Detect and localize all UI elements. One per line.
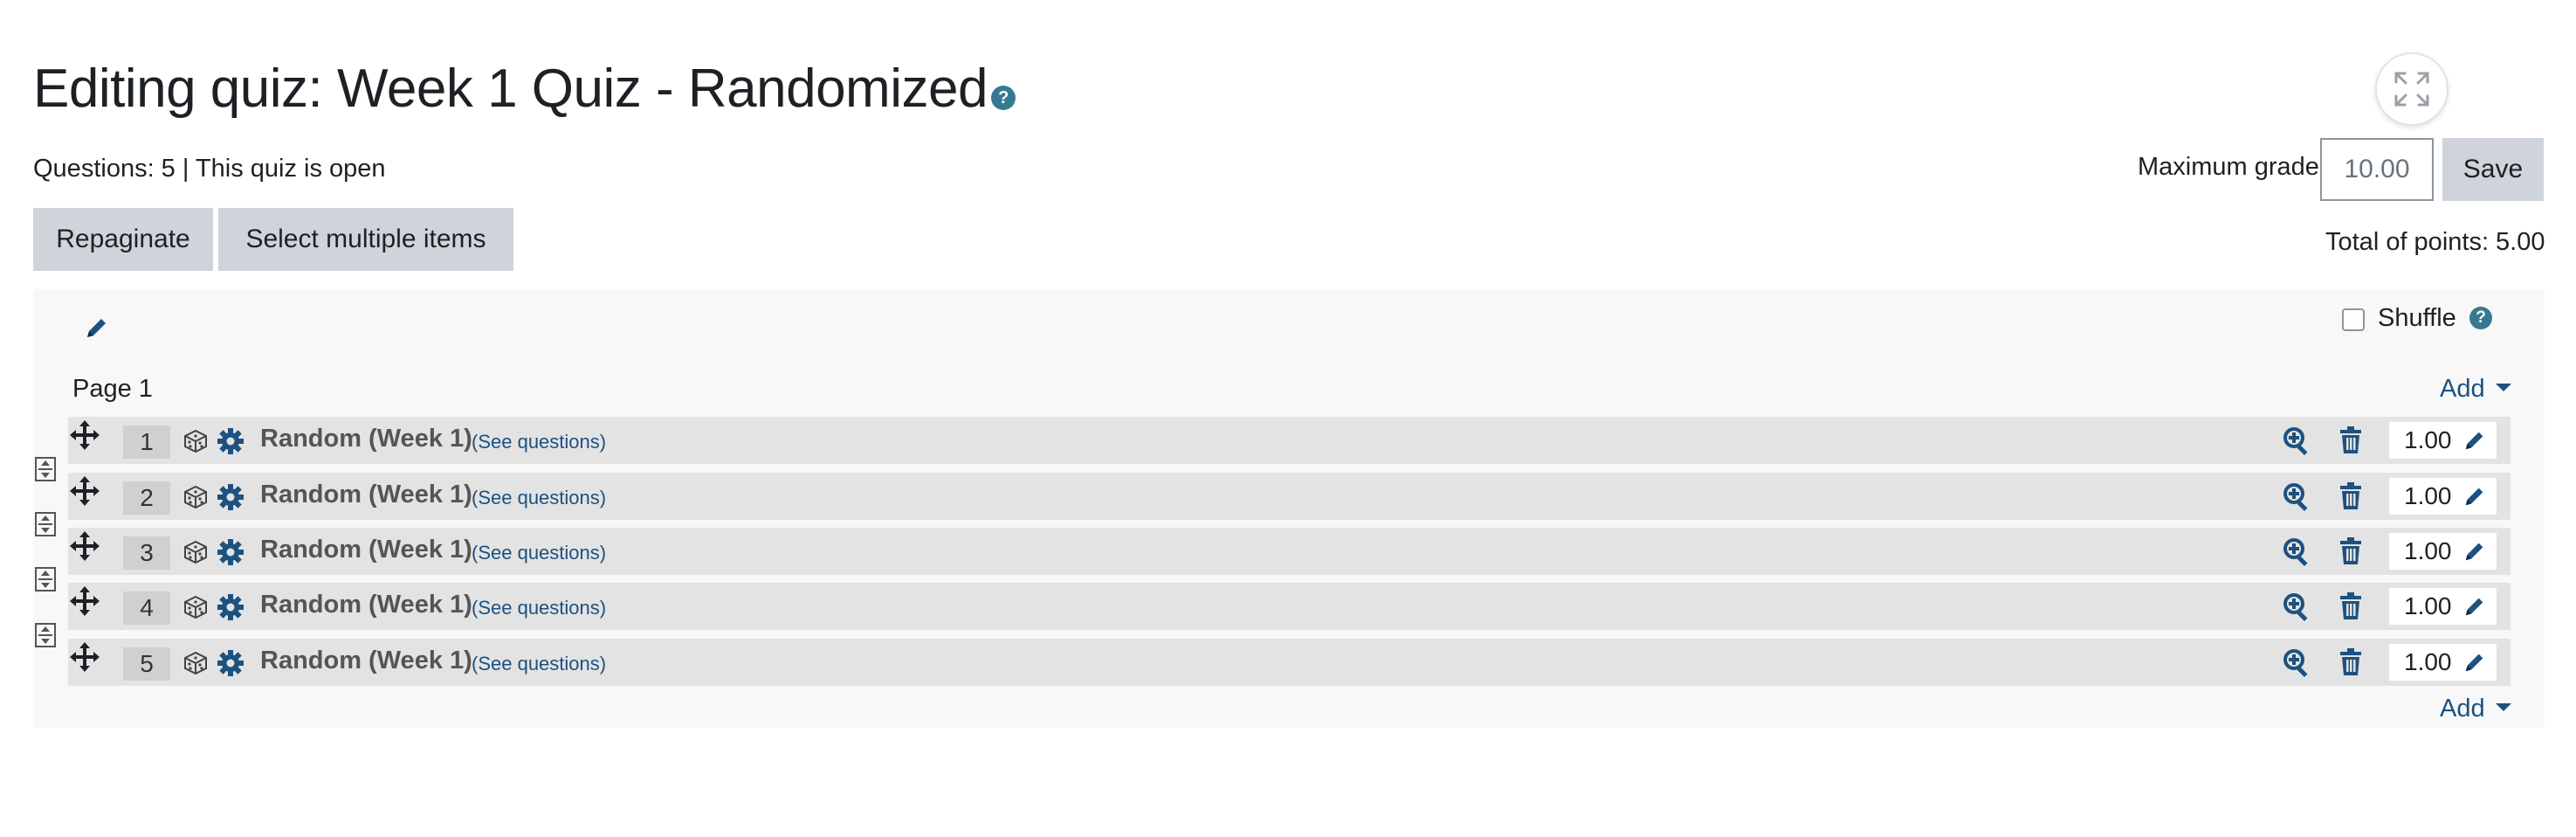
total-points-text: Total of points: 5.00 <box>2325 228 2545 256</box>
move-arrows-icon[interactable] <box>70 586 100 616</box>
slot-number: 5 <box>123 647 170 681</box>
slot-number: 2 <box>123 481 170 515</box>
add-label: Add <box>2440 375 2485 403</box>
question-mark-value: 1.00 <box>2404 537 2452 564</box>
see-questions-link[interactable]: (See questions) <box>472 597 606 619</box>
question-mark-field: 1.00 <box>2389 588 2497 625</box>
question-mark-value: 1.00 <box>2404 482 2452 509</box>
pencil-icon[interactable] <box>2462 650 2487 674</box>
pencil-icon <box>87 319 106 337</box>
select-multiple-items-button[interactable]: Select multiple items <box>218 208 513 271</box>
pencil-icon[interactable] <box>2462 428 2487 453</box>
question-mark-value: 1.00 <box>2404 426 2452 453</box>
caret-down-icon <box>2495 702 2511 711</box>
trash-icon[interactable] <box>2338 591 2364 621</box>
expand-icon <box>2394 72 2429 107</box>
trash-icon[interactable] <box>2338 425 2364 455</box>
slot-number: 4 <box>123 591 170 625</box>
zoom-in-icon[interactable] <box>2282 536 2311 567</box>
question-mark-field: 1.00 <box>2389 478 2497 515</box>
zoom-in-icon[interactable] <box>2282 425 2311 456</box>
repaginate-button[interactable]: Repaginate <box>33 208 213 271</box>
question-mark-value: 1.00 <box>2404 592 2452 619</box>
shuffle-label: Shuffle <box>2378 304 2456 332</box>
move-arrows-icon[interactable] <box>70 531 100 561</box>
slot-number: 3 <box>123 536 170 570</box>
slot-number: 1 <box>123 425 170 459</box>
see-questions-link[interactable]: (See questions) <box>472 487 606 509</box>
max-grade-input[interactable]: 10.00 <box>2320 138 2434 201</box>
dice-icon <box>182 649 210 677</box>
quiz-status-text: Questions: 5 | This quiz is open <box>33 155 386 183</box>
question-mark-field: 1.00 <box>2389 422 2497 459</box>
gear-icon[interactable] <box>217 593 245 621</box>
question-name: Random (Week 1) <box>260 591 472 619</box>
dice-icon <box>182 427 210 455</box>
pencil-icon[interactable] <box>2462 539 2487 564</box>
page-break-icon[interactable] <box>33 621 58 649</box>
question-row: 3 Random (Week 1) (See questions) 1.00 <box>68 528 2511 575</box>
question-row: 1 Random (Week 1) (See questions) 1.00 <box>68 417 2511 464</box>
question-row: 4 Random (Week 1) (See questions) 1.00 <box>68 583 2511 630</box>
page-break-icon[interactable] <box>33 455 58 483</box>
pencil-icon[interactable] <box>2462 594 2487 619</box>
help-icon[interactable]: ? <box>990 85 1016 110</box>
add-menu-bottom[interactable]: Add <box>2440 694 2511 723</box>
question-name: Random (Week 1) <box>260 536 472 564</box>
add-label: Add <box>2440 695 2485 723</box>
pencil-icon[interactable] <box>2462 484 2487 508</box>
move-arrows-icon[interactable] <box>70 642 100 672</box>
gear-icon[interactable] <box>217 538 245 566</box>
zoom-in-icon[interactable] <box>2282 481 2311 512</box>
question-mark-field: 1.00 <box>2389 644 2497 681</box>
shuffle-help-icon[interactable]: ? <box>2469 307 2492 329</box>
max-grade-label: Maximum grade <box>2138 153 2319 181</box>
zoom-in-icon[interactable] <box>2282 647 2311 678</box>
see-questions-link[interactable]: (See questions) <box>472 431 606 453</box>
question-mark-value: 1.00 <box>2404 648 2452 675</box>
dice-icon <box>182 538 210 566</box>
see-questions-link[interactable]: (See questions) <box>472 653 606 675</box>
gear-icon[interactable] <box>217 649 245 677</box>
question-row: 5 Random (Week 1) (See questions) 1.00 <box>68 639 2511 686</box>
trash-icon[interactable] <box>2338 647 2364 677</box>
gear-icon[interactable] <box>217 427 245 455</box>
page-heading: Page 1 <box>72 375 153 403</box>
move-arrows-icon[interactable] <box>70 420 100 450</box>
save-button[interactable]: Save <box>2442 138 2544 201</box>
zoom-in-icon[interactable] <box>2282 591 2311 622</box>
edit-section-heading-button[interactable] <box>84 315 110 341</box>
question-row: 2 Random (Week 1) (See questions) 1.00 <box>68 473 2511 520</box>
page-break-icon[interactable] <box>33 565 58 593</box>
shuffle-checkbox[interactable] <box>2342 308 2365 331</box>
question-name: Random (Week 1) <box>260 425 472 453</box>
page-break-icon[interactable] <box>33 510 58 538</box>
page-title-text: Editing quiz: Week 1 Quiz - Randomized <box>33 59 988 119</box>
move-arrows-icon[interactable] <box>70 476 100 506</box>
see-questions-link[interactable]: (See questions) <box>472 542 606 564</box>
dice-icon <box>182 483 210 511</box>
dice-icon <box>182 593 210 621</box>
caret-down-icon <box>2495 383 2511 391</box>
question-name: Random (Week 1) <box>260 647 472 674</box>
fullscreen-toggle-button[interactable] <box>2375 52 2449 126</box>
trash-icon[interactable] <box>2338 536 2364 566</box>
question-mark-field: 1.00 <box>2389 533 2497 570</box>
trash-icon[interactable] <box>2338 481 2364 511</box>
gear-icon[interactable] <box>217 483 245 511</box>
question-name: Random (Week 1) <box>260 481 472 508</box>
page-title: Editing quiz: Week 1 Quiz - Randomized? <box>33 54 1016 124</box>
add-menu-top[interactable]: Add <box>2440 374 2511 404</box>
